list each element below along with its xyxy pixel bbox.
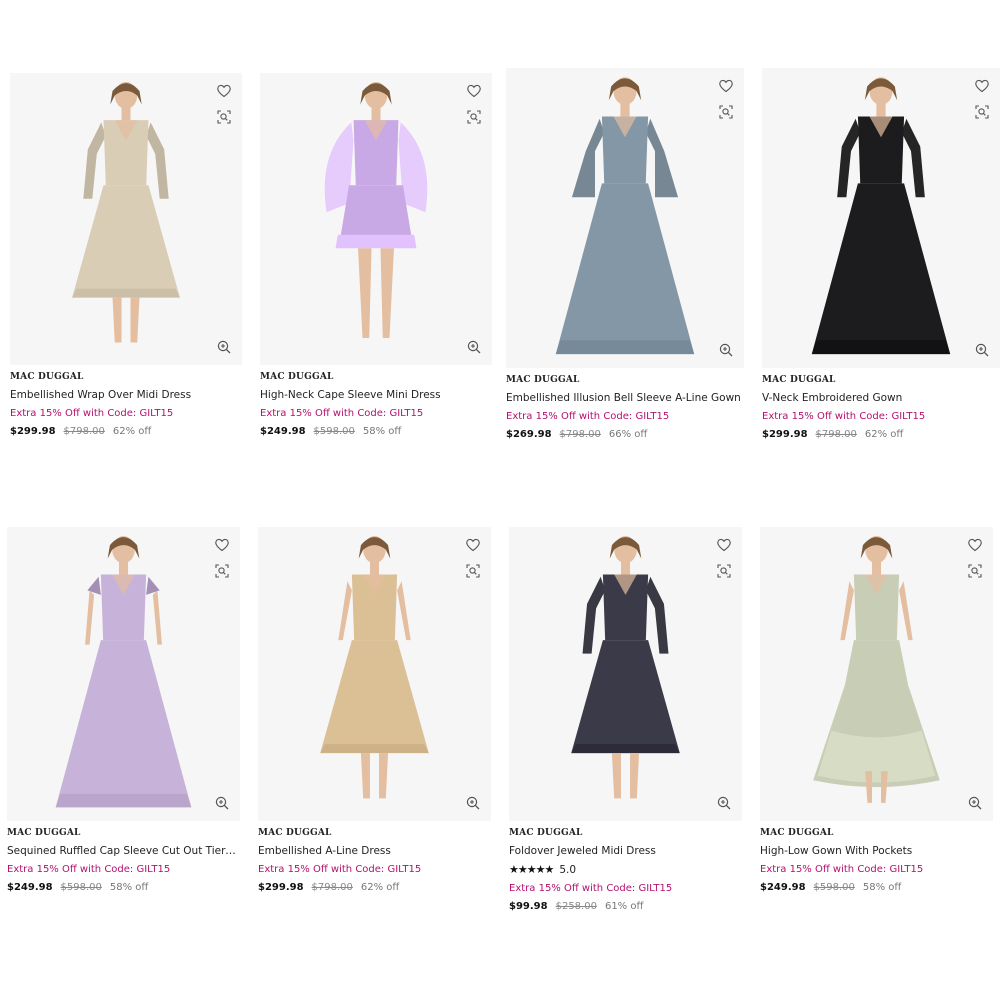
promo-text: Extra 15% Off with Code: GILT15: [509, 883, 673, 894]
discount-label: 58% off: [109, 882, 149, 893]
zoom-icon[interactable]: [967, 795, 983, 811]
discount-label: 58% off: [362, 426, 402, 437]
heart-icon[interactable]: [465, 537, 481, 553]
product-name[interactable]: V-Neck Embroidered Gown: [762, 392, 1000, 404]
scan-icon[interactable]: [967, 563, 983, 579]
sale-price: $299.98: [10, 426, 56, 437]
product-image[interactable]: [509, 527, 742, 821]
price-row: $249.98 $598.00 58% off: [7, 882, 240, 893]
original-price: $598.00: [313, 426, 355, 437]
product-brand: MAC DUGGAL: [509, 828, 583, 838]
discount-label: 62% off: [112, 426, 152, 437]
discount-label: 61% off: [604, 901, 644, 912]
product-image[interactable]: [258, 527, 491, 821]
product-card[interactable]: MAC DUGGAL Foldover Jeweled Midi Dress ★…: [509, 527, 742, 914]
scan-icon[interactable]: [718, 104, 734, 120]
original-price: $598.00: [813, 882, 855, 893]
promo-text: Extra 15% Off with Code: GILT15: [7, 864, 171, 875]
product-image[interactable]: [762, 68, 1000, 368]
zoom-icon[interactable]: [216, 339, 232, 355]
price-row: $299.98 $798.00 62% off: [10, 426, 242, 437]
promo-text: Extra 15% Off with Code: GILT15: [760, 864, 924, 875]
discount-label: 62% off: [360, 882, 400, 893]
price-row: $249.98 $598.00 58% off: [760, 882, 993, 893]
product-brand: MAC DUGGAL: [258, 828, 332, 838]
sale-price: $99.98: [509, 901, 548, 912]
price-row: $299.98 $798.00 62% off: [762, 429, 1000, 440]
heart-icon[interactable]: [716, 537, 732, 553]
product-image[interactable]: [260, 73, 492, 365]
zoom-icon[interactable]: [974, 342, 990, 358]
scan-icon[interactable]: [716, 563, 732, 579]
sale-price: $249.98: [260, 426, 306, 437]
product-name[interactable]: Embellished Illusion Bell Sleeve A-Line …: [506, 392, 744, 404]
promo-text: Extra 15% Off with Code: GILT15: [260, 408, 424, 419]
product-brand: MAC DUGGAL: [7, 828, 81, 838]
product-card[interactable]: MAC DUGGAL Embellished A-Line Dress Extr…: [258, 527, 491, 893]
product-card[interactable]: MAC DUGGAL High-Neck Cape Sleeve Mini Dr…: [260, 73, 492, 437]
product-image[interactable]: [760, 527, 993, 821]
zoom-icon[interactable]: [716, 795, 732, 811]
promo-text: Extra 15% Off with Code: GILT15: [762, 411, 926, 422]
scan-icon[interactable]: [465, 563, 481, 579]
product-image[interactable]: [10, 73, 242, 365]
heart-icon[interactable]: [214, 537, 230, 553]
heart-icon[interactable]: [974, 78, 990, 94]
original-price: $798.00: [815, 429, 857, 440]
product-name[interactable]: High-Neck Cape Sleeve Mini Dress: [260, 389, 492, 401]
sale-price: $249.98: [7, 882, 53, 893]
product-brand: MAC DUGGAL: [10, 372, 84, 382]
product-name[interactable]: Sequined Ruffled Cap Sleeve Cut Out Tier…: [7, 845, 240, 857]
scan-icon[interactable]: [216, 109, 232, 125]
zoom-icon[interactable]: [718, 342, 734, 358]
original-price: $798.00: [559, 429, 601, 440]
sale-price: $269.98: [506, 429, 552, 440]
original-price: $598.00: [60, 882, 102, 893]
price-row: $249.98 $598.00 58% off: [260, 426, 492, 437]
zoom-icon[interactable]: [466, 339, 482, 355]
discount-label: 66% off: [608, 429, 648, 440]
product-card[interactable]: MAC DUGGAL V-Neck Embroidered Gown Extra…: [762, 68, 1000, 440]
price-row: $99.98 $258.00 61% off: [509, 901, 742, 912]
heart-icon[interactable]: [216, 83, 232, 99]
heart-icon[interactable]: [466, 83, 482, 99]
product-brand: MAC DUGGAL: [260, 372, 334, 382]
rating-row: ★★★★★ 5.0: [509, 863, 742, 876]
product-name[interactable]: Embellished Wrap Over Midi Dress: [10, 389, 242, 401]
product-name[interactable]: High-Low Gown With Pockets: [760, 845, 993, 857]
rating-stars: ★★★★★: [509, 863, 554, 876]
promo-text: Extra 15% Off with Code: GILT15: [258, 864, 422, 875]
original-price: $258.00: [555, 901, 597, 912]
scan-icon[interactable]: [214, 563, 230, 579]
product-name[interactable]: Embellished A-Line Dress: [258, 845, 491, 857]
price-row: $299.98 $798.00 62% off: [258, 882, 491, 893]
sale-price: $299.98: [762, 429, 808, 440]
sale-price: $299.98: [258, 882, 304, 893]
discount-label: 62% off: [864, 429, 904, 440]
promo-text: Extra 15% Off with Code: GILT15: [10, 408, 174, 419]
rating-value: 5.0: [559, 863, 577, 876]
product-brand: MAC DUGGAL: [760, 828, 834, 838]
scan-icon[interactable]: [974, 104, 990, 120]
product-image[interactable]: [506, 68, 744, 368]
original-price: $798.00: [63, 426, 105, 437]
product-brand: MAC DUGGAL: [762, 375, 836, 385]
zoom-icon[interactable]: [214, 795, 230, 811]
product-card[interactable]: MAC DUGGAL Embellished Wrap Over Midi Dr…: [10, 73, 242, 437]
price-row: $269.98 $798.00 66% off: [506, 429, 744, 440]
product-image[interactable]: [7, 527, 240, 821]
product-name[interactable]: Foldover Jeweled Midi Dress: [509, 845, 742, 857]
heart-icon[interactable]: [967, 537, 983, 553]
scan-icon[interactable]: [466, 109, 482, 125]
sale-price: $249.98: [760, 882, 806, 893]
original-price: $798.00: [311, 882, 353, 893]
product-card[interactable]: MAC DUGGAL High-Low Gown With Pockets Ex…: [760, 527, 993, 893]
product-card[interactable]: MAC DUGGAL Embellished Illusion Bell Sle…: [506, 68, 744, 440]
promo-text: Extra 15% Off with Code: GILT15: [506, 411, 670, 422]
zoom-icon[interactable]: [465, 795, 481, 811]
heart-icon[interactable]: [718, 78, 734, 94]
product-card[interactable]: MAC DUGGAL Sequined Ruffled Cap Sleeve C…: [7, 527, 240, 893]
product-brand: MAC DUGGAL: [506, 375, 580, 385]
discount-label: 58% off: [862, 882, 902, 893]
